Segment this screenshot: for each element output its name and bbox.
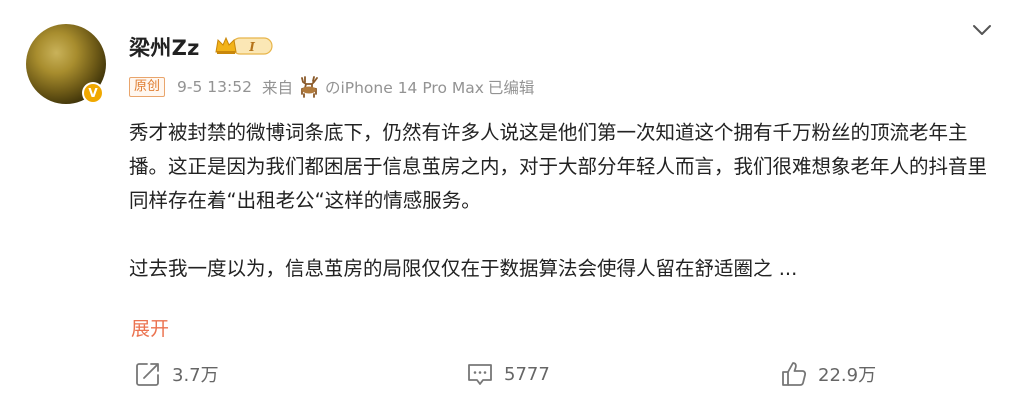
vip-level: I [248,40,255,54]
thumbs-up-icon [782,362,807,386]
comment-count: 5777 [504,363,550,385]
post-time[interactable]: 9-5 13:52 [177,78,252,96]
author-name[interactable]: 梁州Zz [129,32,200,62]
comment-button[interactable]: 5777 [466,360,550,388]
deer-icon [301,76,318,98]
like-button[interactable]: 22.9万 [780,360,876,388]
post-paragraph: 秀才被封禁的微博词条底下，仍然有许多人说这是他们第一次知道这个拥有千万粉丝的顶流… [129,121,988,212]
chevron-down-icon[interactable] [970,22,994,38]
edited-label[interactable]: 已编辑 [488,76,535,98]
original-tag: 原创 [129,77,166,97]
post-meta: 原创 9-5 13:52 来自 のiPhone 14 Pro Max 已编辑 [129,76,534,98]
repost-count: 3.7万 [172,365,219,386]
post-body: 秀才被封禁的微博词条底下，仍然有许多人说这是他们第一次知道这个拥有千万粉丝的顶流… [129,116,989,286]
expand-link[interactable]: 展开 [131,314,169,341]
source-label: 来自 [261,79,293,97]
post-paragraph: 过去我一度以为，信息茧房的局限仅仅在于数据算法会使得人留在舒适圈之 ... [129,257,798,280]
action-bar: 3.7万 5777 22.9万 [0,358,1024,394]
comment-icon [468,364,492,385]
vip-crown-icon[interactable]: I [214,34,274,58]
avatar[interactable]: V [26,24,106,104]
repost-icon [136,363,159,386]
verified-badge-icon: V [82,82,104,104]
like-count: 22.9万 [818,365,877,386]
repost-button[interactable]: 3.7万 [134,360,219,388]
source-device[interactable]: のiPhone 14 Pro Max [325,76,484,98]
